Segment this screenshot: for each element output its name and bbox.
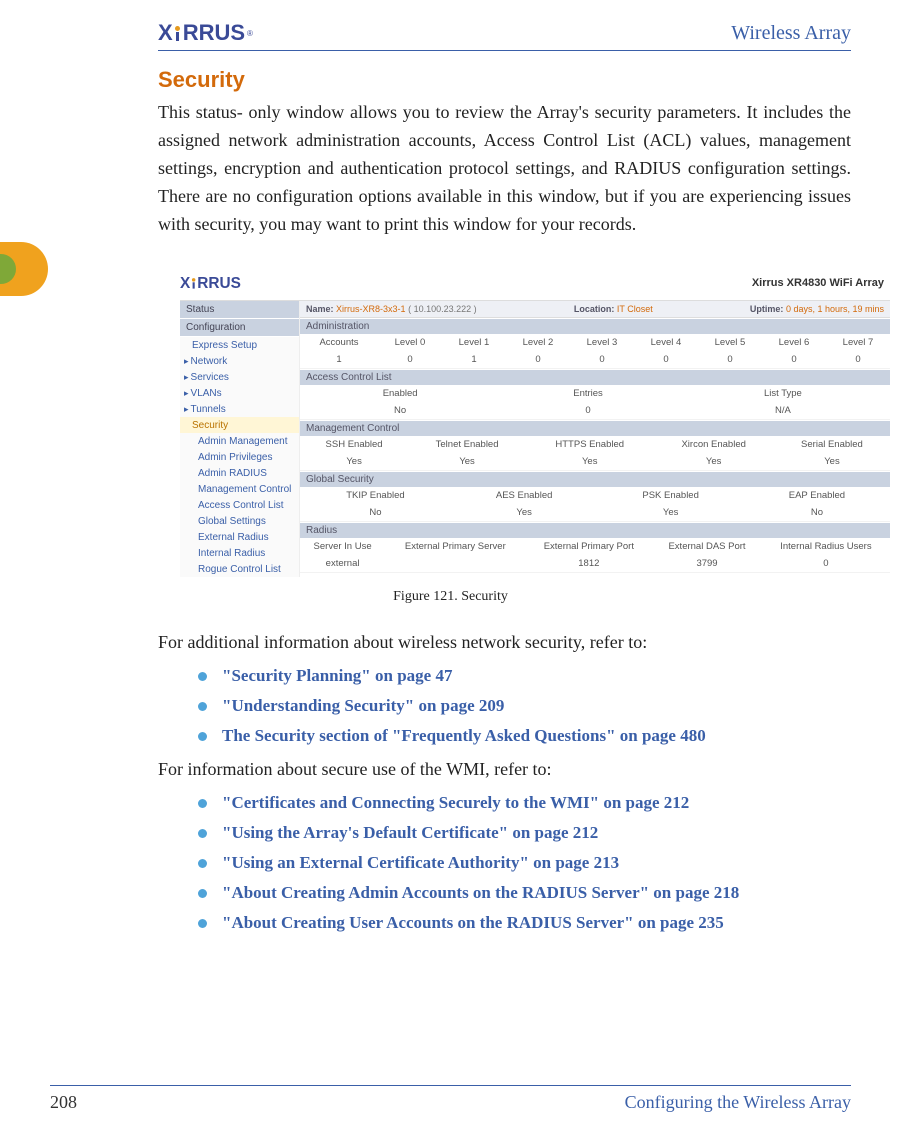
footer-section-title: Configuring the Wireless Array xyxy=(625,1092,851,1113)
link-faq-security[interactable]: The Security section of "Frequently Aske… xyxy=(198,726,851,746)
nav-global-settings[interactable]: Global Settings xyxy=(180,513,299,529)
nav-external-radius[interactable]: External Radius xyxy=(180,529,299,545)
panel-logo: X RRUS xyxy=(180,274,241,292)
nav-tunnels[interactable]: Tunnels xyxy=(180,401,299,417)
nav-management-control[interactable]: Management Control xyxy=(180,481,299,497)
status-location-label: Location: xyxy=(574,304,615,314)
page-number: 208 xyxy=(50,1092,77,1113)
nav-network[interactable]: Network xyxy=(180,353,299,369)
panel-logo-i-icon xyxy=(192,278,196,289)
nav-services[interactable]: Services xyxy=(180,369,299,385)
figure-caption: Figure 121. Security xyxy=(50,589,851,605)
link-list-1: "Security Planning" on page 47 "Understa… xyxy=(198,666,851,746)
registered-mark-icon: ® xyxy=(247,29,253,38)
table-acl: Enabled Entries List Type No 0 N/A xyxy=(300,385,890,420)
status-ip-value: ( 10.100.23.222 ) xyxy=(408,304,477,314)
table-administration: Accounts Level 0 Level 1 Level 2 Level 3… xyxy=(300,334,890,369)
section-heading: Security xyxy=(158,67,851,93)
nav-internal-radius[interactable]: Internal Radius xyxy=(180,545,299,561)
link-security-planning[interactable]: "Security Planning" on page 47 xyxy=(198,666,851,686)
logo-letter-i-icon xyxy=(175,26,180,41)
nav-rogue-control-list[interactable]: Rogue Control List xyxy=(180,561,299,577)
section-administration: Administration xyxy=(300,318,890,334)
doc-title: Wireless Array xyxy=(731,22,851,45)
status-uptime-value: 0 days, 1 hours, 19 mins xyxy=(786,304,884,314)
nav-admin-radius[interactable]: Admin RADIUS xyxy=(180,465,299,481)
nav-admin-privileges[interactable]: Admin Privileges xyxy=(180,449,299,465)
page-header: X RRUS ® Wireless Array xyxy=(50,20,851,46)
section-radius: Radius xyxy=(300,522,890,538)
xirrus-logo: X RRUS ® xyxy=(158,20,253,46)
table-global-security: TKIP Enabled AES Enabled PSK Enabled EAP… xyxy=(300,487,890,522)
footer-rule xyxy=(50,1085,851,1086)
nav-vlans[interactable]: VLANs xyxy=(180,385,299,401)
link-admin-accounts-radius[interactable]: "About Creating Admin Accounts on the RA… xyxy=(198,883,851,903)
logo-letter-x: X xyxy=(158,20,172,46)
table-radius: Server In Use External Primary Server Ex… xyxy=(300,538,890,573)
nav-security[interactable]: Security xyxy=(180,417,299,433)
paragraph-see-also-1: For additional information about wireles… xyxy=(158,629,851,656)
page-footer: 208 Configuring the Wireless Array xyxy=(50,1085,851,1113)
table-management: SSH Enabled Telnet Enabled HTTPS Enabled… xyxy=(300,436,890,471)
nav-admin-management[interactable]: Admin Management xyxy=(180,433,299,449)
status-location-value: IT Closet xyxy=(617,304,653,314)
nav-header-configuration[interactable]: Configuration xyxy=(180,319,299,337)
section-global-security: Global Security xyxy=(300,471,890,487)
panel-sidebar: Status Configuration Express Setup Netwo… xyxy=(180,301,300,577)
nav-express-setup[interactable]: Express Setup xyxy=(180,337,299,353)
logo-letters-rest: RRUS xyxy=(183,20,245,46)
section-paragraph: This status- only window allows you to r… xyxy=(158,99,851,238)
status-bar: Name: Xirrus-XR8-3x3-1 ( 10.100.23.222 )… xyxy=(300,301,890,318)
panel-main: Name: Xirrus-XR8-3x3-1 ( 10.100.23.222 )… xyxy=(300,301,890,577)
header-rule xyxy=(158,50,851,51)
security-screenshot: X RRUS Xirrus XR4830 WiFi Array Status C… xyxy=(180,266,890,577)
paragraph-see-also-2: For information about secure use of the … xyxy=(158,756,851,783)
section-management: Management Control xyxy=(300,420,890,436)
panel-product-title: Xirrus XR4830 WiFi Array xyxy=(752,277,884,289)
nav-access-control-list[interactable]: Access Control List xyxy=(180,497,299,513)
nav-header-status[interactable]: Status xyxy=(180,301,299,319)
section-acl: Access Control List xyxy=(300,369,890,385)
link-external-ca[interactable]: "Using an External Certificate Authority… xyxy=(198,853,851,873)
link-understanding-security[interactable]: "Understanding Security" on page 209 xyxy=(198,696,851,716)
status-uptime-label: Uptime: xyxy=(750,304,784,314)
link-default-certificate[interactable]: "Using the Array's Default Certificate" … xyxy=(198,823,851,843)
link-certificates-wmi[interactable]: "Certificates and Connecting Securely to… xyxy=(198,793,851,813)
status-name-label: Name: xyxy=(306,304,334,314)
link-user-accounts-radius[interactable]: "About Creating User Accounts on the RAD… xyxy=(198,913,851,933)
status-name-value: Xirrus-XR8-3x3-1 xyxy=(336,304,406,314)
link-list-2: "Certificates and Connecting Securely to… xyxy=(198,793,851,933)
